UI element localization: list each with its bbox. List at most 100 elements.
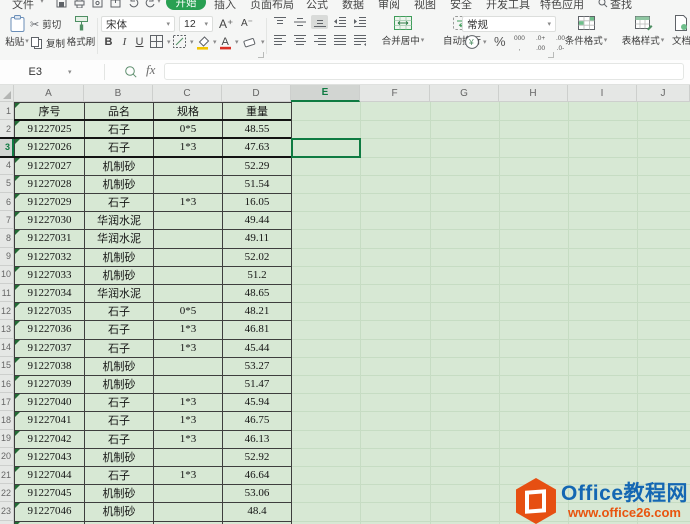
row-header-3[interactable]: 3 (0, 138, 14, 156)
cell-A19[interactable]: 91227042 (15, 430, 84, 448)
cell-A16[interactable]: 91227039 (15, 375, 84, 393)
row-header-19[interactable]: 19 (0, 430, 14, 448)
column-header-J[interactable]: J (637, 85, 690, 102)
fill-color-button[interactable]: ▾ (195, 34, 217, 50)
column-header-I[interactable]: I (568, 85, 637, 102)
cell-B23[interactable]: 机制砂 (85, 502, 153, 520)
cell-D16[interactable]: 51.47 (223, 375, 291, 393)
row-header-5[interactable]: 5 (0, 175, 14, 193)
align-left-button[interactable] (271, 33, 288, 47)
cell-B15[interactable]: 机制砂 (85, 357, 153, 375)
cell-A13[interactable]: 91227036 (15, 320, 84, 338)
cell-D8[interactable]: 49.11 (223, 229, 291, 247)
cell-A17[interactable]: 91227040 (15, 393, 84, 411)
shrink-font-button[interactable]: A⁻ (241, 18, 253, 29)
tab-home[interactable]: 开始 (166, 0, 206, 10)
row-header-14[interactable]: 14 (0, 339, 14, 357)
cell-A3[interactable]: 91227026 (15, 138, 84, 156)
cell-A10[interactable]: 91227033 (15, 266, 84, 284)
row-header-6[interactable]: 6 (0, 193, 14, 211)
decrease-indent-button[interactable] (331, 15, 348, 29)
cell-A20[interactable]: 91227043 (15, 448, 84, 466)
column-header-F[interactable]: F (360, 85, 430, 102)
cell-C4[interactable] (154, 157, 222, 175)
cell-D5[interactable]: 51.54 (223, 175, 291, 193)
format-painter-button[interactable]: 格式刷 (62, 14, 100, 48)
row-header-18[interactable]: 18 (0, 411, 14, 429)
cell-D14[interactable]: 45.44 (223, 339, 291, 357)
cell-D19[interactable]: 46.13 (223, 430, 291, 448)
redo-icon[interactable] (144, 0, 156, 8)
row-header-16[interactable]: 16 (0, 375, 14, 393)
cell-C3[interactable]: 1*3 (154, 138, 222, 156)
row-header-24[interactable]: 24 (0, 521, 14, 524)
cell-C13[interactable]: 1*3 (154, 320, 222, 338)
cell-A18[interactable]: 91227041 (15, 411, 84, 429)
row-header-15[interactable]: 15 (0, 357, 14, 375)
cell-B16[interactable]: 机制砂 (85, 375, 153, 393)
row-header-8[interactable]: 8 (0, 229, 14, 247)
bold-button[interactable]: B (101, 34, 116, 49)
tab-special-apps[interactable]: 特色应用 (540, 0, 584, 12)
row-header-7[interactable]: 7 (0, 211, 14, 229)
column-header-B[interactable]: B (84, 85, 153, 102)
cell-A12[interactable]: 91227035 (15, 302, 84, 320)
cell-A14[interactable]: 91227037 (15, 339, 84, 357)
distributed-button[interactable] (351, 33, 368, 47)
font-color-button[interactable]: A▾ (219, 34, 239, 50)
increase-decimal-button[interactable]: .0+.00 (536, 35, 545, 52)
cell-C9[interactable] (154, 248, 222, 266)
paste-button[interactable]: 粘贴▾ (2, 14, 32, 48)
cell-B19[interactable]: 石子 (85, 430, 153, 448)
cell-B10[interactable]: 机制砂 (85, 266, 153, 284)
cell-C5[interactable] (154, 175, 222, 193)
save-icon[interactable] (56, 0, 67, 8)
row-header-10[interactable]: 10 (0, 266, 14, 284)
cell-D15[interactable]: 53.27 (223, 357, 291, 375)
number-format-select[interactable]: 常规▾ (462, 16, 556, 32)
row-header-1[interactable]: 1 (0, 102, 14, 120)
align-top-button[interactable] (271, 15, 288, 29)
justify-button[interactable] (331, 33, 348, 47)
cell-D3[interactable]: 47.63 (223, 138, 291, 156)
cell-A9[interactable]: 91227032 (15, 248, 84, 266)
draw-border-button[interactable]: ▾ (172, 34, 194, 49)
cell-B13[interactable]: 石子 (85, 320, 153, 338)
cell-C19[interactable]: 1*3 (154, 430, 222, 448)
cell-A8[interactable]: 91227031 (15, 229, 84, 247)
tab-page-layout[interactable]: 页面布局 (250, 0, 294, 12)
cut-button[interactable]: ✂ 剪切 (30, 17, 61, 31)
cell-D18[interactable]: 46.75 (223, 411, 291, 429)
dialog-launcher-icon[interactable] (548, 52, 554, 58)
cell-B9[interactable]: 机制砂 (85, 248, 153, 266)
cell-C21[interactable]: 1*3 (154, 466, 222, 484)
cell-C11[interactable] (154, 284, 222, 302)
fx-icon[interactable]: fx (146, 62, 155, 78)
cell-B20[interactable]: 机制砂 (85, 448, 153, 466)
cell-C8[interactable] (154, 229, 222, 247)
cell-B3[interactable]: 石子 (85, 138, 153, 156)
cell-A11[interactable]: 91227034 (15, 284, 84, 302)
cell-B17[interactable]: 石子 (85, 393, 153, 411)
thousands-separator-button[interactable]: 000, (514, 35, 525, 52)
column-header-E[interactable]: E (291, 85, 360, 102)
tab-security[interactable]: 安全 (450, 0, 472, 12)
cell-B12[interactable]: 石子 (85, 302, 153, 320)
cell-B7[interactable]: 华润水泥 (85, 211, 153, 229)
cell-D9[interactable]: 52.02 (223, 248, 291, 266)
cell-A1[interactable]: 序号 (15, 102, 84, 120)
currency-button[interactable]: ¥ ▾ (464, 34, 487, 50)
search-icon[interactable] (124, 65, 138, 79)
cell-D22[interactable]: 53.06 (223, 484, 291, 502)
cell-D10[interactable]: 51.2 (223, 266, 291, 284)
cell-C14[interactable]: 1*3 (154, 339, 222, 357)
tab-data[interactable]: 数据 (342, 0, 364, 12)
undo-icon[interactable] (128, 0, 140, 8)
font-size-select[interactable]: 12▾ (179, 16, 213, 32)
align-bottom-button[interactable] (311, 15, 328, 29)
cell-C16[interactable] (154, 375, 222, 393)
preview-icon[interactable] (92, 0, 103, 8)
column-header-C[interactable]: C (153, 85, 222, 102)
cell-C10[interactable] (154, 266, 222, 284)
cell-D4[interactable]: 52.29 (223, 157, 291, 175)
